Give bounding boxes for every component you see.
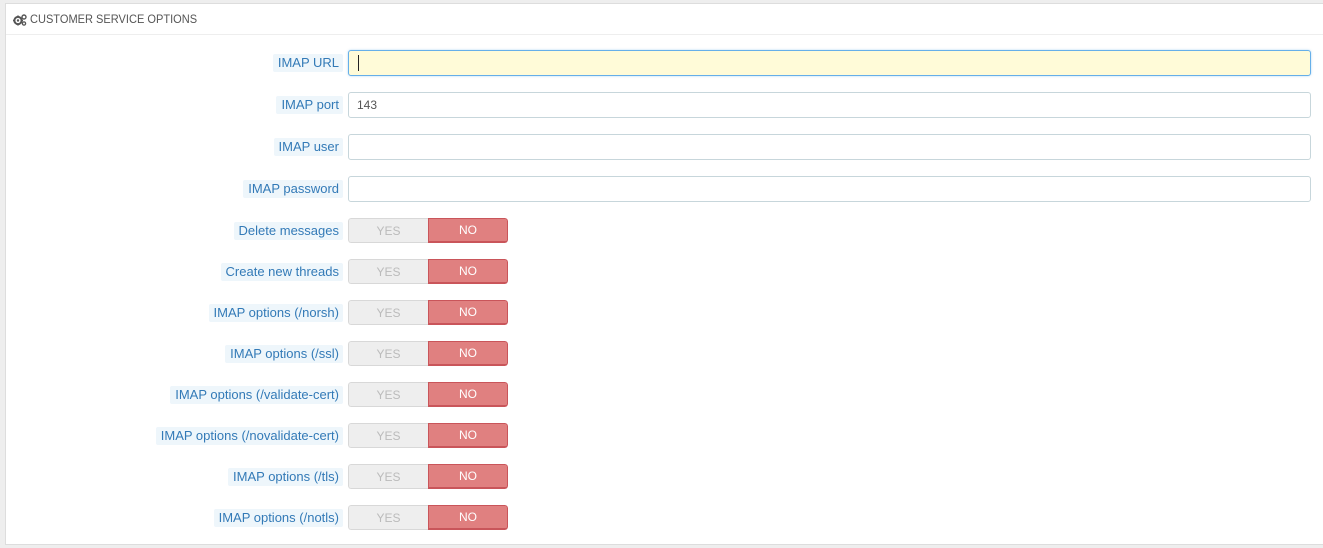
imap-port-input[interactable] bbox=[348, 92, 1311, 118]
cogs-icon bbox=[13, 13, 27, 26]
imap-validate-cert-no-option[interactable]: NO bbox=[428, 382, 508, 407]
text-caret bbox=[358, 55, 359, 71]
imap-ssl-yes-option[interactable]: YES bbox=[348, 341, 428, 366]
imap-tls-no-option[interactable]: NO bbox=[428, 464, 508, 489]
create-new-threads-switch: YES NO bbox=[348, 259, 508, 284]
form-row-delete-messages: Delete messages YES NO bbox=[6, 218, 1323, 244]
form-row-imap-ssl: IMAP options (/ssl) YES NO bbox=[6, 341, 1323, 367]
delete-messages-label: Delete messages bbox=[233, 222, 343, 240]
form-row-imap-user: IMAP user bbox=[6, 134, 1323, 160]
imap-notls-no-option[interactable]: NO bbox=[428, 505, 508, 530]
delete-messages-no-option[interactable]: NO bbox=[428, 218, 508, 243]
form-row-imap-password: IMAP password bbox=[6, 176, 1323, 202]
form-row-imap-novalidate-cert: IMAP options (/novalidate-cert) YES NO bbox=[6, 423, 1323, 449]
imap-url-label: IMAP URL bbox=[272, 54, 343, 72]
imap-norsh-yes-option[interactable]: YES bbox=[348, 300, 428, 325]
imap-validate-cert-switch: YES NO bbox=[348, 382, 508, 407]
imap-norsh-label: IMAP options (/norsh) bbox=[208, 304, 343, 322]
imap-norsh-switch: YES NO bbox=[348, 300, 508, 325]
imap-user-input[interactable] bbox=[348, 134, 1311, 160]
imap-validate-cert-yes-option[interactable]: YES bbox=[348, 382, 428, 407]
imap-notls-label: IMAP options (/notls) bbox=[213, 509, 343, 527]
imap-notls-switch: YES NO bbox=[348, 505, 508, 530]
delete-messages-yes-option[interactable]: YES bbox=[348, 218, 428, 243]
imap-password-label: IMAP password bbox=[243, 180, 343, 198]
imap-norsh-no-option[interactable]: NO bbox=[428, 300, 508, 325]
form-row-imap-norsh: IMAP options (/norsh) YES NO bbox=[6, 300, 1323, 326]
imap-novalidate-cert-label: IMAP options (/novalidate-cert) bbox=[155, 427, 343, 445]
form-row-imap-notls: IMAP options (/notls) YES NO bbox=[6, 505, 1323, 531]
imap-user-label: IMAP user bbox=[273, 138, 343, 156]
imap-password-input[interactable] bbox=[348, 176, 1311, 202]
form-row-imap-tls: IMAP options (/tls) YES NO bbox=[6, 464, 1323, 490]
imap-ssl-no-option[interactable]: NO bbox=[428, 341, 508, 366]
create-new-threads-label: Create new threads bbox=[220, 263, 343, 281]
imap-ssl-switch: YES NO bbox=[348, 341, 508, 366]
create-new-threads-yes-option[interactable]: YES bbox=[348, 259, 428, 284]
imap-tls-yes-option[interactable]: YES bbox=[348, 464, 428, 489]
imap-tls-switch: YES NO bbox=[348, 464, 508, 489]
form-row-imap-url: IMAP URL bbox=[6, 50, 1323, 76]
imap-novalidate-cert-switch: YES NO bbox=[348, 423, 508, 448]
delete-messages-switch: YES NO bbox=[348, 218, 508, 243]
imap-url-input[interactable] bbox=[348, 50, 1311, 76]
panel-heading: CUSTOMER SERVICE OPTIONS bbox=[6, 4, 1323, 35]
imap-novalidate-cert-yes-option[interactable]: YES bbox=[348, 423, 428, 448]
imap-validate-cert-label: IMAP options (/validate-cert) bbox=[170, 386, 343, 404]
imap-ssl-label: IMAP options (/ssl) bbox=[225, 345, 343, 363]
create-new-threads-no-option[interactable]: NO bbox=[428, 259, 508, 284]
customer-service-options-panel: CUSTOMER SERVICE OPTIONS IMAP URL IMAP p… bbox=[5, 3, 1323, 545]
form-row-create-new-threads: Create new threads YES NO bbox=[6, 259, 1323, 285]
panel-title: CUSTOMER SERVICE OPTIONS bbox=[30, 12, 198, 26]
imap-notls-yes-option[interactable]: YES bbox=[348, 505, 428, 530]
form-row-imap-port: IMAP port bbox=[6, 92, 1323, 118]
form-row-imap-validate-cert: IMAP options (/validate-cert) YES NO bbox=[6, 382, 1323, 408]
imap-tls-label: IMAP options (/tls) bbox=[228, 468, 343, 486]
imap-port-label: IMAP port bbox=[276, 96, 343, 114]
imap-novalidate-cert-no-option[interactable]: NO bbox=[428, 423, 508, 448]
